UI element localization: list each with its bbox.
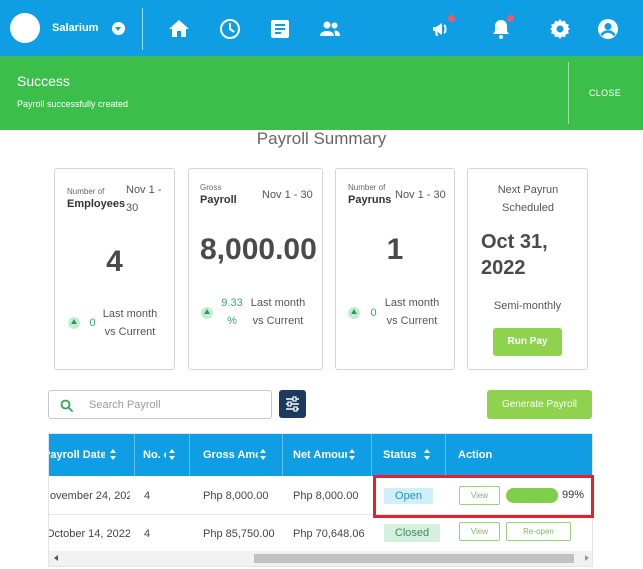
column-separator [445, 434, 446, 476]
clock-icon[interactable] [218, 17, 242, 41]
column-header-status[interactable]: Status [383, 434, 419, 476]
card-period: Nov 1 - 30 [262, 189, 313, 201]
run-pay-button[interactable]: Run Pay [493, 328, 562, 356]
card-small-label: Gross [200, 183, 222, 192]
status-badge: Closed [384, 524, 440, 542]
employees-card: Number of Employees Nov 1 - 30 4 0 Last … [54, 168, 175, 370]
horizontal-scrollbar[interactable] [49, 551, 592, 566]
employees-count: 4 [106, 245, 123, 278]
card-label: Employees [67, 198, 126, 210]
column-separator [189, 434, 190, 476]
card-label: Payroll [200, 194, 237, 206]
next-payrun-label: Next Payrun Scheduled [497, 184, 559, 214]
sort-icon[interactable] [424, 449, 431, 461]
column-separator [371, 434, 372, 476]
table-row: November 24, 2022 4 Php 8,000.00 Php 8,0… [49, 477, 592, 515]
notification-dot [507, 15, 514, 22]
view-button[interactable]: View [459, 522, 500, 541]
column-separator [282, 434, 283, 476]
payroll-date-cell[interactable]: November 24, 2022 [49, 477, 130, 515]
count-cell: 4 [144, 490, 151, 502]
banner-title: Success [17, 73, 70, 89]
chevron-down-icon[interactable] [112, 21, 126, 35]
banner-message: Payroll successfully created [17, 99, 129, 109]
user-circle-icon[interactable] [596, 17, 620, 41]
search-icon [60, 399, 73, 412]
reopen-button[interactable]: Re-open [506, 522, 571, 541]
gross-amount-cell: Php 85,750.00 [203, 528, 275, 540]
generate-payroll-button[interactable]: Generate Payroll [487, 390, 592, 419]
announcements-button[interactable] [430, 15, 455, 41]
scroll-right-icon[interactable] [585, 555, 589, 561]
column-header-net-amount[interactable]: Net Amount [293, 434, 347, 476]
payruns-card: Number of Payruns Nov 1 - 30 1 0 Last mo… [335, 168, 455, 370]
payrun-frequency: Semi-monthly [493, 300, 562, 312]
arrow-up-icon [348, 307, 360, 319]
column-header-payroll-date[interactable]: Payroll Date [49, 434, 105, 476]
sort-icon[interactable] [169, 449, 176, 461]
table-header: Payroll Date No. of Gross Amount Net Amo… [49, 434, 592, 476]
arrow-up-icon [201, 307, 213, 319]
company-name: Salarium [52, 22, 99, 34]
payruns-count: 1 [386, 233, 404, 266]
success-banner: Success Payroll successfully created CLO… [0, 56, 643, 130]
nav-divider [142, 8, 143, 50]
change-label: Last month vs Current [250, 297, 306, 327]
column-header-action: Action [458, 449, 493, 461]
payroll-table: Payroll Date No. of Gross Amount Net Amo… [48, 433, 593, 567]
arrow-up-icon [68, 317, 80, 329]
company-avatar [10, 13, 40, 43]
change-label: Last month vs Current [102, 308, 158, 338]
home-icon[interactable] [167, 17, 191, 41]
net-amount-cell: Php 8,000.00 [293, 490, 359, 502]
change-label: Last month vs Current [384, 297, 440, 327]
card-period: Nov 1 - 30 [395, 189, 446, 201]
next-payrun-card: Next Payrun Scheduled Oct 31, 2022 Semi-… [467, 168, 588, 370]
banner-close-button[interactable]: CLOSE [589, 88, 621, 98]
scroll-left-icon[interactable] [54, 555, 58, 561]
card-label: Payruns [348, 194, 392, 206]
gear-icon[interactable] [548, 17, 572, 41]
change-value: 0 [370, 307, 377, 319]
column-header-count[interactable]: No. of [143, 434, 166, 476]
card-small-label: Number of [348, 183, 386, 192]
gross-payroll-card: Gross Payroll Nov 1 - 30 8,000.00 9.33 %… [188, 168, 323, 370]
sliders-icon [286, 396, 299, 412]
sort-icon[interactable] [349, 449, 356, 461]
status-badge: Open [384, 488, 433, 504]
column-header-gross-amount[interactable]: Gross Amount [203, 434, 258, 476]
filter-button[interactable] [279, 390, 306, 418]
card-period: Nov 1 - 30 [126, 184, 162, 214]
search-box [48, 390, 272, 419]
next-payrun-date: Oct 31, 2022 [481, 231, 548, 279]
change-value: 9.33 % [221, 297, 243, 327]
payroll-date-cell[interactable]: October 14, 2022 [49, 515, 130, 553]
view-button[interactable]: View [459, 486, 500, 505]
notification-dot [448, 15, 455, 22]
card-small-label: Number of [67, 187, 105, 196]
net-amount-cell: Php 70,648.06 [293, 528, 365, 540]
banner-divider [568, 62, 569, 124]
progress-bar [506, 488, 559, 503]
progress-label: 99% [562, 489, 585, 501]
count-cell: 4 [144, 528, 151, 540]
change-value: 0 [89, 317, 96, 329]
page-title: Payroll Summary [256, 129, 387, 148]
document-icon[interactable] [268, 17, 292, 41]
gross-amount-cell: Php 8,000.00 [203, 490, 269, 502]
progress-fill [506, 488, 559, 503]
search-input[interactable] [89, 397, 259, 413]
column-separator [134, 434, 135, 476]
people-icon[interactable] [318, 17, 342, 41]
sort-icon[interactable] [260, 449, 267, 461]
sort-icon[interactable] [110, 449, 117, 461]
scrollbar-thumb[interactable] [254, 554, 574, 563]
table-row: October 14, 2022 4 Php 85,750.00 Php 70,… [49, 515, 592, 553]
notifications-button[interactable] [489, 15, 514, 41]
top-navigation-bar: Salarium [0, 0, 643, 58]
company-switcher[interactable]: Salarium [10, 13, 126, 43]
